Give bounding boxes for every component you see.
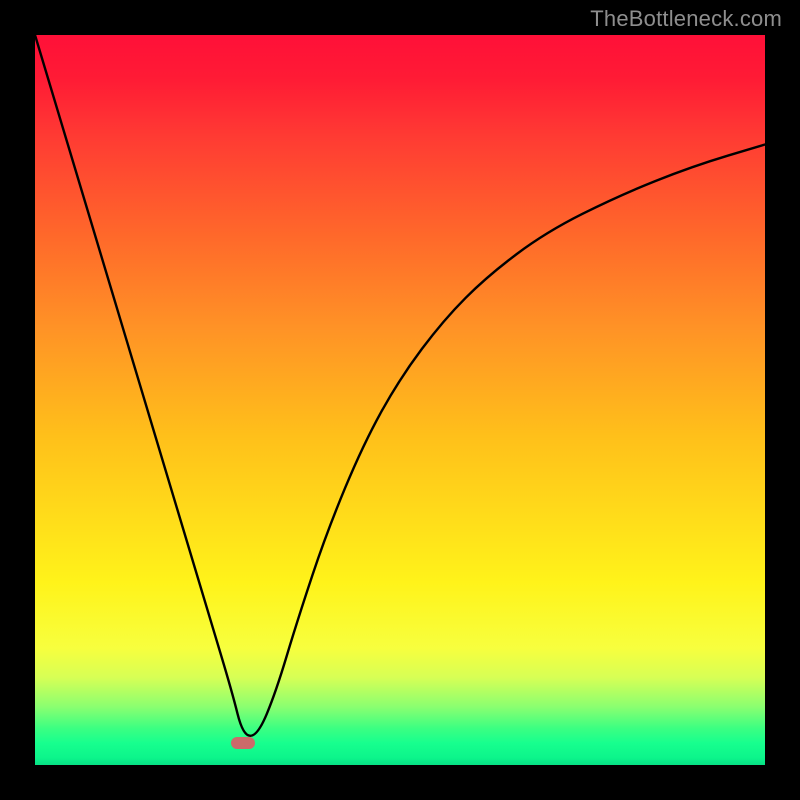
outer-frame: TheBottleneck.com — [0, 0, 800, 800]
watermark-text: TheBottleneck.com — [590, 6, 782, 32]
minimum-marker — [231, 737, 255, 749]
bottleneck-curve — [35, 35, 765, 765]
plot-area — [35, 35, 765, 765]
